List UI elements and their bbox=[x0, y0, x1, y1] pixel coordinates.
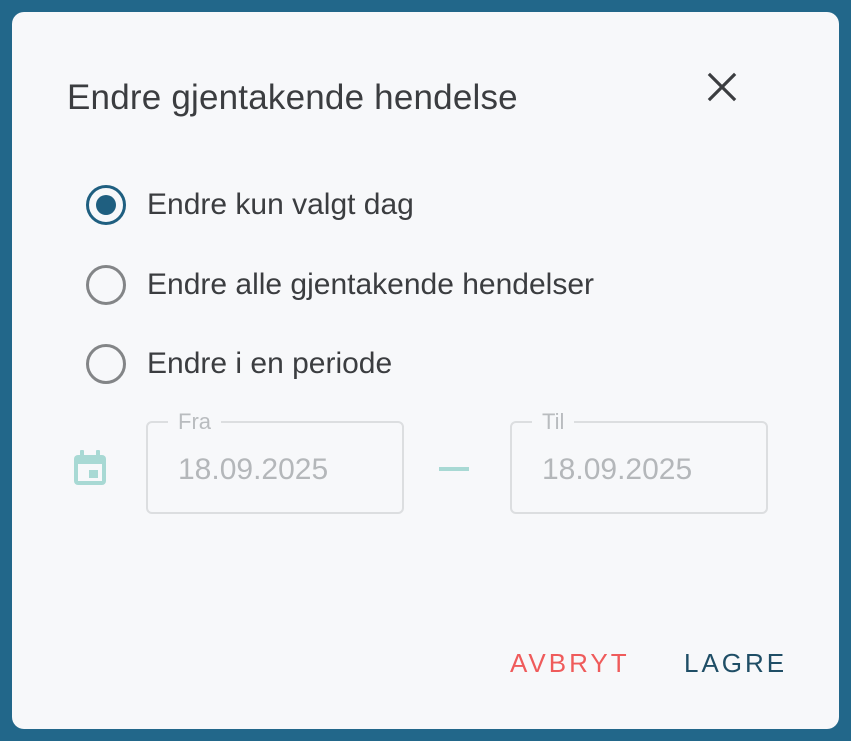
calendar-icon bbox=[74, 450, 106, 485]
to-date-field[interactable]: Til 18.09.2025 bbox=[510, 409, 768, 514]
cancel-button[interactable]: AVBRYT bbox=[510, 648, 630, 679]
option-period[interactable]: Endre i en periode bbox=[86, 344, 392, 384]
option-only-selected-day[interactable]: Endre kun valgt dag bbox=[86, 185, 414, 225]
close-icon bbox=[707, 72, 737, 102]
to-date-value: 18.09.2025 bbox=[542, 453, 693, 486]
radio-all-recurring[interactable] bbox=[86, 265, 126, 305]
from-date-label: Fra bbox=[168, 409, 221, 435]
option-all-recurring[interactable]: Endre alle gjentakende hendelser bbox=[86, 265, 594, 305]
option-label: Endre alle gjentakende hendelser bbox=[147, 268, 594, 301]
from-date-field[interactable]: Fra 18.09.2025 bbox=[146, 409, 404, 514]
option-label: Endre i en periode bbox=[147, 347, 393, 380]
radio-period[interactable] bbox=[86, 344, 126, 384]
from-date-value: 18.09.2025 bbox=[178, 453, 329, 486]
option-label: Endre kun valgt dag bbox=[147, 188, 414, 221]
to-date-label: Til bbox=[532, 409, 575, 435]
dialog-title: Endre gjentakende hendelse bbox=[67, 78, 518, 117]
close-button[interactable] bbox=[702, 67, 742, 107]
save-button[interactable]: LAGRE bbox=[684, 648, 787, 679]
recurring-event-dialog: Endre gjentakende hendelse Endre kun val… bbox=[12, 12, 839, 729]
radio-only-selected-day[interactable] bbox=[86, 185, 126, 225]
date-range-separator bbox=[439, 467, 469, 471]
